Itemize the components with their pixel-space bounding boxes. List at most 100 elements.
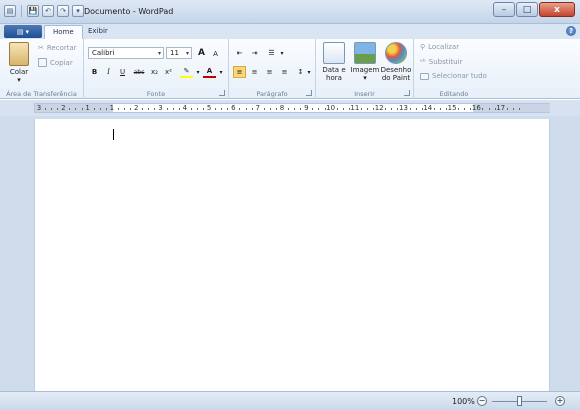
font-dialog-launcher[interactable] (219, 90, 225, 96)
shrink-font-button[interactable]: A (209, 48, 222, 60)
date-time-button[interactable]: Data e hora (319, 42, 349, 82)
ruler-tick (178, 108, 180, 110)
select-all-icon (420, 72, 429, 80)
chevron-down-icon: ▾ (157, 50, 161, 57)
chevron-down-icon[interactable]: ▾ (217, 66, 225, 78)
paragraph-group-label: Parágrafo (256, 90, 288, 98)
paint-palette-icon (385, 42, 407, 64)
ruler-mark: 3 (158, 104, 163, 112)
insert-dialog-launcher[interactable] (404, 90, 410, 96)
cut-button[interactable]: ✂ Recortar (38, 44, 77, 52)
align-center-button[interactable]: ≡ (248, 66, 261, 78)
minimize-button[interactable]: – (493, 2, 515, 17)
maximize-button[interactable]: □ (516, 2, 538, 17)
ruler-mark: 9 (304, 104, 309, 112)
align-right-button[interactable]: ≡ (263, 66, 276, 78)
separator (21, 5, 22, 17)
chevron-down-icon[interactable]: ▾ (305, 66, 313, 78)
redo-icon[interactable]: ↷ (57, 5, 69, 17)
ruler-mark: 17 (496, 104, 506, 112)
select-all-button[interactable]: Selecionar tudo (420, 72, 487, 80)
binoculars-icon: ⚲ (420, 43, 426, 51)
tab-home[interactable]: Home (44, 25, 83, 39)
picture-label: Imagem (350, 66, 380, 74)
paragraph-group: ⇤ ⇥ ☰ ▾ ≡ ≡ ≡ ≡ ↕ ▾ Parágrafo (229, 39, 316, 99)
application-menu-button[interactable]: ▤ ▾ (4, 25, 42, 38)
paint-label-2: do Paint (381, 74, 411, 82)
grow-font-button[interactable]: A (195, 47, 208, 59)
ruler-tick (275, 108, 277, 110)
ruler-tick (458, 108, 460, 110)
zoom-slider-thumb[interactable] (516, 396, 522, 406)
clipboard-group-label: Área de Transferência (6, 90, 77, 98)
ruler-tick (81, 108, 83, 110)
underline-button[interactable]: U (116, 66, 129, 78)
paint-drawing-button[interactable]: Desenho do Paint (380, 42, 412, 82)
ruler-tick (221, 108, 223, 110)
ruler-tick (172, 108, 174, 110)
list-button[interactable]: ☰ (265, 47, 278, 59)
document-page[interactable] (34, 119, 550, 391)
chevron-down-icon[interactable]: ▾ (278, 47, 286, 59)
ruler-tick (93, 108, 95, 110)
ruler-tick (148, 108, 150, 110)
close-button[interactable]: x (539, 2, 575, 17)
help-icon[interactable]: ? (566, 26, 576, 36)
save-icon[interactable]: 💾 (27, 5, 39, 17)
select-all-label: Selecionar tudo (432, 72, 487, 80)
superscript-button[interactable]: x² (162, 66, 175, 78)
ruler-tick (391, 108, 393, 110)
paragraph-dialog-launcher[interactable] (306, 90, 312, 96)
replace-icon: ᵃᵇ (420, 58, 426, 66)
copy-label: Copiar (50, 58, 73, 67)
wordpad-app-icon[interactable]: ▤ (4, 5, 16, 17)
find-button[interactable]: ⚲ Localizar (420, 43, 459, 51)
undo-icon[interactable]: ↶ (42, 5, 54, 17)
ruler-tick (227, 108, 229, 110)
ruler-tick (367, 108, 369, 110)
paste-button[interactable]: Colar ▾ (4, 42, 34, 84)
ruler-tick (288, 108, 290, 110)
italic-button[interactable]: I (102, 66, 115, 78)
ruler-tick (124, 108, 126, 110)
font-color-button[interactable]: A (203, 66, 216, 78)
horizontal-ruler[interactable]: 3 2 1 1 2 3 4 5 6 7 8 9 10 11 12 13 14 15 16 17 (34, 103, 550, 113)
ruler-tick (45, 108, 47, 110)
ruler-tick (360, 108, 362, 110)
subscript-button[interactable]: x₂ (148, 66, 161, 78)
strikethrough-button[interactable]: abc (131, 66, 147, 78)
ruler-mark: 15 (447, 104, 457, 112)
align-left-button[interactable]: ≡ (233, 66, 246, 78)
ruler-tick (506, 108, 508, 110)
ruler-tick (69, 108, 71, 110)
quick-access-toolbar: ▤ 💾 ↶ ↷ ▾ (4, 5, 84, 17)
chevron-down-icon[interactable]: ▾ (194, 66, 202, 78)
copy-button[interactable]: Copiar (38, 58, 73, 67)
ruler-tick (196, 108, 198, 110)
bold-button[interactable]: B (88, 66, 101, 78)
document-area (0, 116, 580, 391)
picture-button[interactable]: Imagem ▾ (349, 42, 381, 82)
ruler-tick (294, 108, 296, 110)
font-family-select[interactable]: Calibri ▾ (88, 47, 164, 59)
font-group-label: Fonte (146, 90, 166, 98)
ruler-mark: 3 (36, 104, 42, 112)
ruler-tick (154, 108, 156, 110)
app-menu-icon: ▤ (16, 27, 24, 36)
decrease-indent-button[interactable]: ⇤ (233, 47, 246, 59)
zoom-in-button[interactable]: + (555, 396, 565, 406)
customize-qat-dropdown-icon[interactable]: ▾ (72, 5, 84, 17)
justify-button[interactable]: ≡ (278, 66, 291, 78)
ruler-tick (130, 108, 132, 110)
highlight-color-button[interactable]: ✎ (180, 66, 193, 78)
increase-indent-button[interactable]: ⇥ (248, 47, 261, 59)
font-size-select[interactable]: 11 ▾ (166, 47, 192, 59)
find-label: Localizar (428, 43, 460, 51)
ruler-mark: 1 (85, 104, 90, 112)
tab-exibir[interactable]: Exibir (80, 25, 116, 39)
ruler-mark: 2 (61, 104, 66, 112)
zoom-out-button[interactable]: − (477, 396, 487, 406)
ruler-tick (239, 108, 241, 110)
ruler-tick (300, 108, 302, 110)
replace-button[interactable]: ᵃᵇ Substituir (420, 58, 462, 66)
